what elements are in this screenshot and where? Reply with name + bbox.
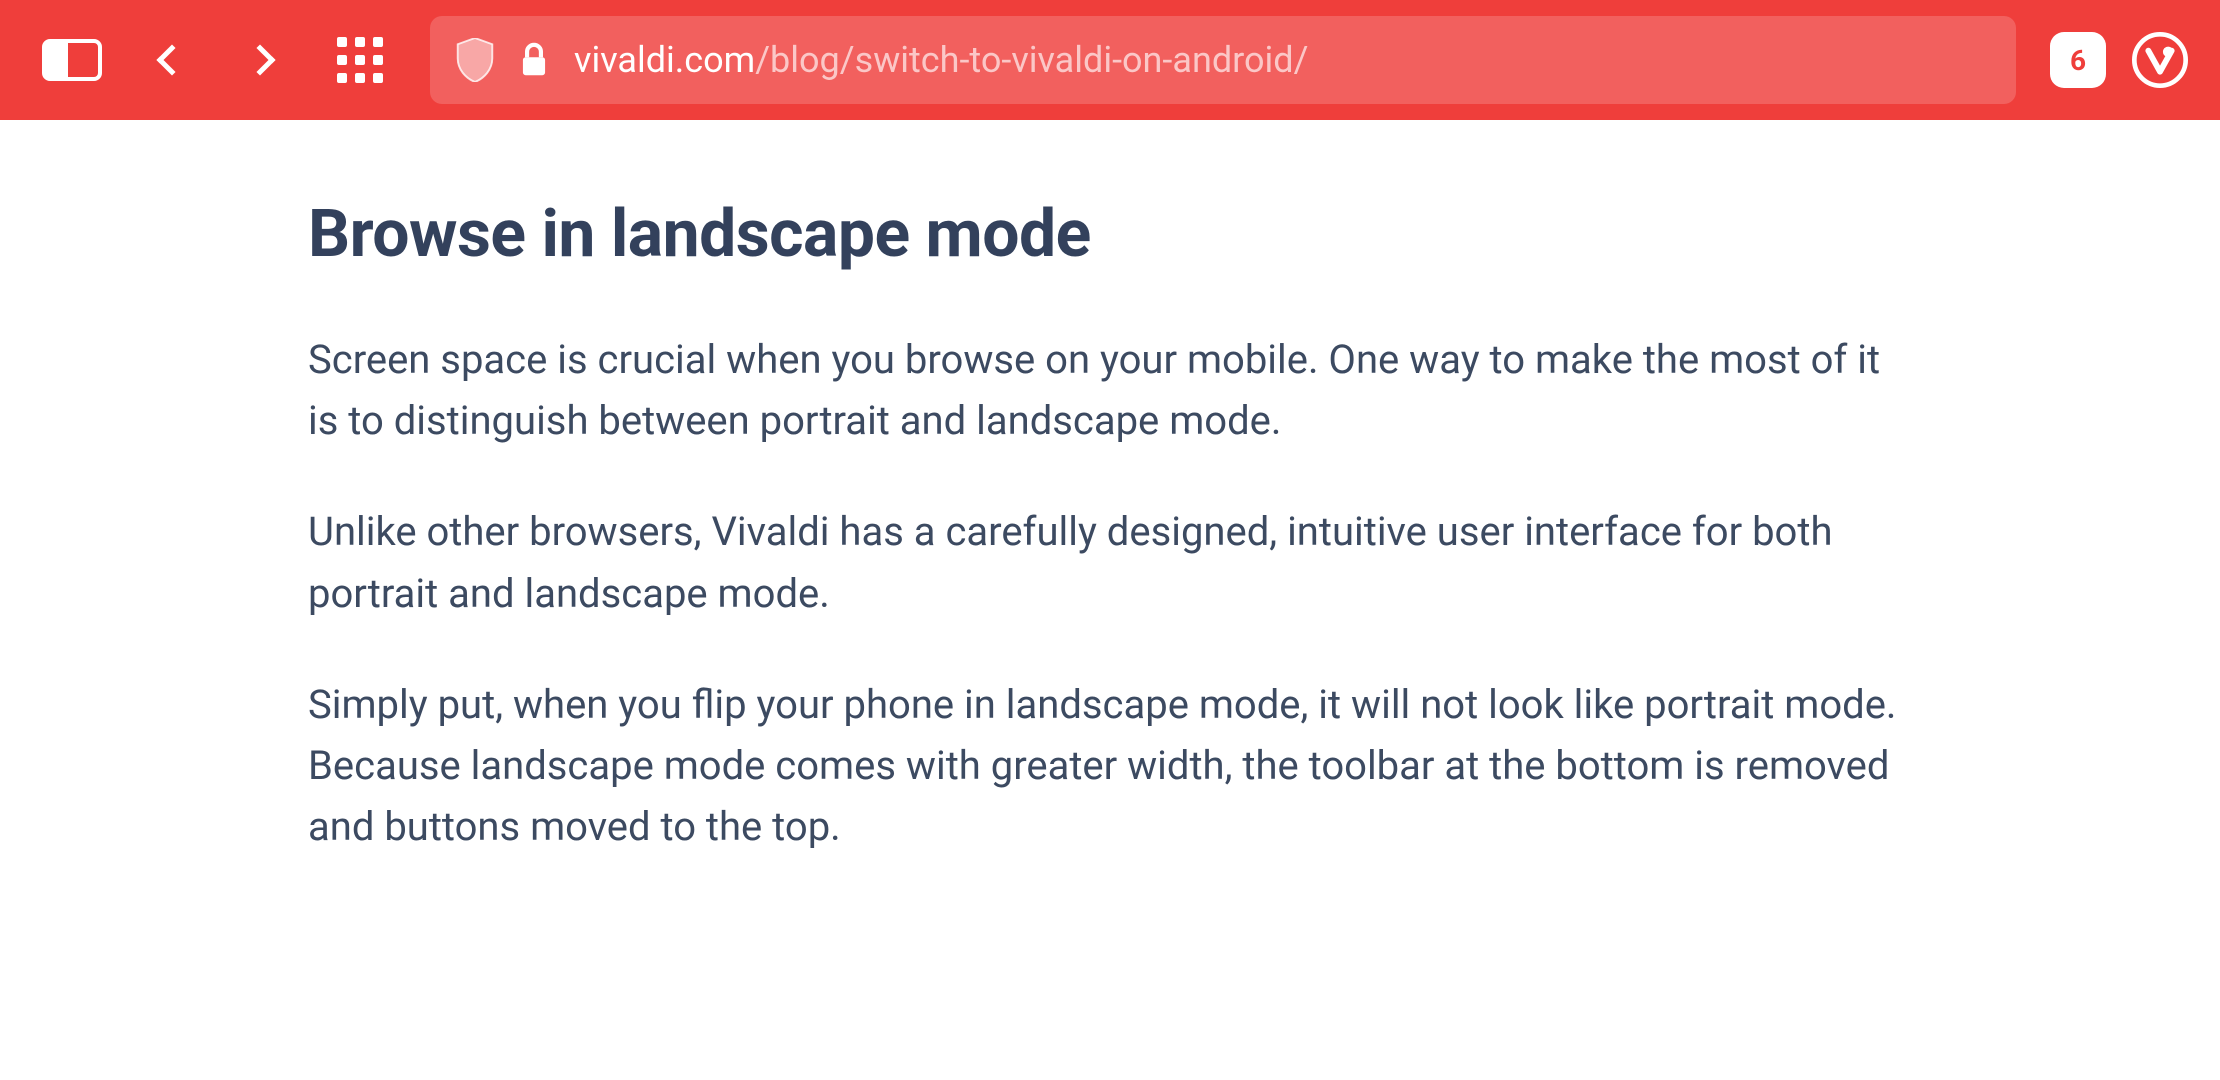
- chevron-right-icon: [244, 44, 275, 75]
- tab-switcher-button[interactable]: 6: [2050, 32, 2106, 88]
- panel-icon: [42, 39, 102, 81]
- vivaldi-menu-button[interactable]: [2128, 28, 2192, 92]
- article-content: Browse in landscape mode Screen space is…: [0, 120, 2220, 857]
- vivaldi-logo-icon: [2132, 32, 2188, 88]
- chevron-left-icon: [156, 44, 187, 75]
- url-display: vivaldi.com/blog/switch-to-vivaldi-on-an…: [574, 39, 1308, 81]
- article-paragraph: Screen space is crucial when you browse …: [308, 329, 1910, 451]
- forward-button[interactable]: [220, 16, 308, 104]
- browser-toolbar: vivaldi.com/blog/switch-to-vivaldi-on-an…: [0, 0, 2220, 120]
- panel-toggle-button[interactable]: [28, 16, 116, 104]
- lock-icon: [520, 42, 548, 78]
- speed-dial-button[interactable]: [316, 16, 404, 104]
- url-path: /blog/switch-to-vivaldi-on-android/: [755, 39, 1308, 81]
- back-button[interactable]: [124, 16, 212, 104]
- article-heading: Browse in landscape mode: [308, 196, 1910, 273]
- tab-count-value: 6: [2070, 44, 2086, 77]
- article-paragraph: Unlike other browsers, Vivaldi has a car…: [308, 501, 1910, 623]
- grid-icon: [337, 37, 383, 83]
- shield-icon[interactable]: [456, 38, 494, 82]
- url-domain: vivaldi.com: [574, 39, 755, 81]
- address-bar[interactable]: vivaldi.com/blog/switch-to-vivaldi-on-an…: [430, 16, 2016, 104]
- article-paragraph: Simply put, when you flip your phone in …: [308, 674, 1910, 858]
